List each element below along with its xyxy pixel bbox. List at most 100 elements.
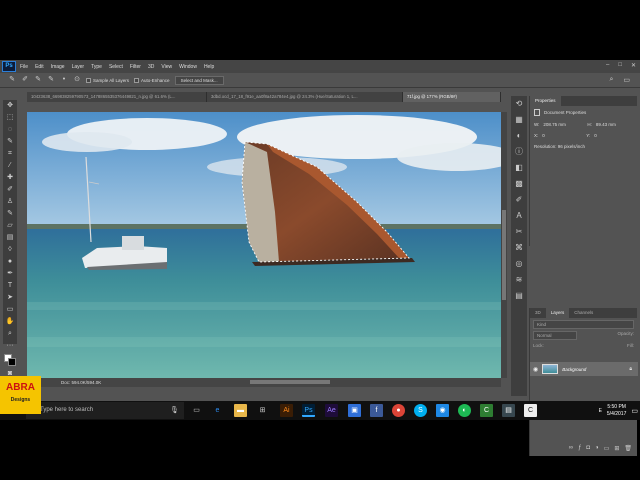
menu-filter[interactable]: Filter (130, 64, 141, 70)
quick-selection-tool-icon[interactable]: ✎ (3, 136, 17, 148)
sample-all-layers-option[interactable]: Sample All Layers (86, 77, 129, 83)
notifications-icon[interactable]: ▭ (631, 407, 638, 415)
marquee-tool-icon[interactable]: ⬚ (3, 112, 17, 124)
lasso-tool-icon[interactable]: ◌ (3, 124, 17, 136)
facebook-icon[interactable]: f (370, 404, 383, 417)
app-icon-2[interactable]: ◉ (436, 404, 449, 417)
type-tool-icon[interactable]: T (3, 280, 17, 292)
link-layers-icon[interactable]: ∞ (569, 445, 573, 453)
width-value[interactable]: 208.75 mm (543, 122, 583, 127)
tab-3d[interactable]: 3D (530, 308, 546, 318)
document-canvas[interactable] (27, 112, 501, 378)
brush-angle-icon[interactable]: ⊙ (73, 76, 81, 84)
workspace-icon[interactable]: ▭ (623, 76, 630, 84)
skype-icon[interactable]: S (414, 404, 427, 417)
task-view-icon[interactable]: ▭ (190, 404, 203, 417)
add-mask-icon[interactable]: ◘ (586, 445, 590, 453)
auto-enhance-option[interactable]: Auto-Enhance (134, 77, 170, 83)
select-and-mask-button[interactable]: Select and Mask... (174, 75, 224, 85)
menu-type[interactable]: Type (91, 64, 102, 70)
chrome-icon[interactable]: ● (392, 404, 405, 417)
swatches-panel-icon[interactable]: ▩ (511, 176, 527, 192)
history-brush-tool-icon[interactable]: ✎ (3, 208, 17, 220)
hand-tool-icon[interactable]: ✋ (3, 316, 17, 328)
maximize-icon[interactable]: □ (618, 62, 622, 69)
document-tab-2[interactable]: 3dbd.ocd_17_18_f91e_aa0f8a42a784e4.jpg @… (207, 92, 403, 102)
eye-icon[interactable]: ◉ (533, 366, 538, 373)
after-effects-icon[interactable]: Ae (325, 404, 338, 417)
paths-panel-icon[interactable]: ⌘ (511, 240, 527, 256)
y-value[interactable]: 0 (594, 133, 597, 138)
search-icon[interactable]: ⌕ (609, 76, 613, 84)
brush-size-icon[interactable]: • (60, 76, 68, 84)
illustrator-icon[interactable]: Ai (280, 404, 293, 417)
microphone-icon[interactable]: 🎙︎ (168, 404, 181, 417)
close-icon[interactable]: ✕ (631, 62, 636, 69)
clone-stamp-tool-icon[interactable]: ♙ (3, 196, 17, 208)
menu-view[interactable]: View (161, 64, 172, 70)
styles-panel-icon[interactable]: ◎ (511, 256, 527, 272)
color-swatches-icon[interactable] (3, 352, 17, 368)
quick-selection-tool-icon[interactable]: ✎ (8, 76, 16, 84)
canvas-horizontal-scroll-thumb[interactable] (250, 380, 330, 384)
auto-enhance-checkbox[interactable] (134, 77, 140, 83)
dodge-tool-icon[interactable]: ● (3, 256, 17, 268)
new-selection-icon[interactable]: ✐ (21, 76, 29, 84)
new-group-icon[interactable]: ▭ (604, 445, 610, 453)
layers-panel-icon[interactable]: ▤ (511, 288, 527, 304)
add-to-selection-icon[interactable]: ✎ (34, 76, 42, 84)
menu-layer[interactable]: Layer (72, 64, 85, 70)
adjustments-panel-icon[interactable]: ◐ (511, 128, 527, 144)
app-icon-5[interactable]: C (524, 404, 537, 417)
blend-mode-select[interactable]: Normal (533, 331, 577, 340)
channels-panel-icon[interactable]: ≋ (511, 272, 527, 288)
menu-window[interactable]: Window (179, 64, 197, 70)
healing-brush-tool-icon[interactable]: ✚ (3, 172, 17, 184)
app-icon-4[interactable]: ▤ (502, 404, 515, 417)
zoom-tool-icon[interactable]: ⌕ (3, 328, 17, 340)
photoshop-taskbar-icon[interactable]: Ps (302, 404, 315, 417)
clock[interactable]: 5:50 PM 5/4/2017 (607, 404, 626, 418)
file-explorer-icon[interactable]: ▬ (234, 404, 247, 417)
sample-all-layers-checkbox[interactable] (86, 77, 91, 83)
app-icon-1[interactable]: ▣ (348, 404, 361, 417)
new-layer-icon[interactable]: ⊞ (614, 445, 619, 453)
menu-help[interactable]: Help (204, 64, 214, 70)
properties-panel-icon[interactable]: ▦ (511, 112, 527, 128)
minimize-icon[interactable]: – (606, 62, 609, 69)
app-icon-3[interactable]: ◐ (458, 404, 471, 417)
menu-select[interactable]: Select (109, 64, 123, 70)
more-tools-icon[interactable]: ··· (3, 340, 17, 352)
store-icon[interactable]: ⊞ (256, 404, 269, 417)
eyedropper-tool-icon[interactable]: ⁄ (3, 160, 17, 172)
shape-tool-icon[interactable]: ▭ (3, 304, 17, 316)
path-selection-tool-icon[interactable]: ➤ (3, 292, 17, 304)
delete-layer-icon[interactable]: 🗑︎ (624, 445, 632, 453)
canvas-vertical-scroll-thumb[interactable] (502, 210, 506, 300)
info-panel-icon[interactable]: ⓘ (511, 144, 527, 160)
history-panel-icon[interactable]: ⟲ (511, 96, 527, 112)
tab-channels[interactable]: Channels (569, 308, 598, 318)
x-value[interactable]: 0 (542, 133, 582, 138)
pen-tool-icon[interactable]: ✒ (3, 268, 17, 280)
subtract-from-selection-icon[interactable]: ✎ (47, 76, 55, 84)
document-tab-1[interactable]: 10423638_669838259790573_147886553537644… (27, 92, 207, 102)
eraser-tool-icon[interactable]: ▱ (3, 220, 17, 232)
language-indicator[interactable]: E (599, 408, 602, 414)
taskbar-search-input[interactable]: Type here to search (26, 402, 184, 419)
edge-browser-icon[interactable]: e (211, 404, 224, 417)
crop-tool-icon[interactable]: ⌗ (3, 148, 17, 160)
brushes-panel-icon[interactable]: ✐ (511, 192, 527, 208)
tab-layers[interactable]: Layers (545, 308, 570, 318)
move-tool-icon[interactable]: ✥ (3, 100, 17, 112)
document-tab-active[interactable]: 71f.jpg @ 177% (RGB/8#) (403, 92, 501, 102)
brush-tool-icon[interactable]: ✐ (3, 184, 17, 196)
layer-name[interactable]: Background (562, 367, 625, 372)
adjustment-layer-icon[interactable]: ◑ (595, 445, 599, 453)
camtasia-icon[interactable]: C (480, 404, 493, 417)
character-panel-icon[interactable]: A (511, 208, 527, 224)
menu-image[interactable]: Image (51, 64, 65, 70)
opacity-label[interactable]: Opacity: (617, 331, 634, 340)
layer-row-background[interactable]: ◉ Background 🔒︎ (530, 362, 638, 376)
tab-properties[interactable]: Properties (530, 96, 561, 106)
